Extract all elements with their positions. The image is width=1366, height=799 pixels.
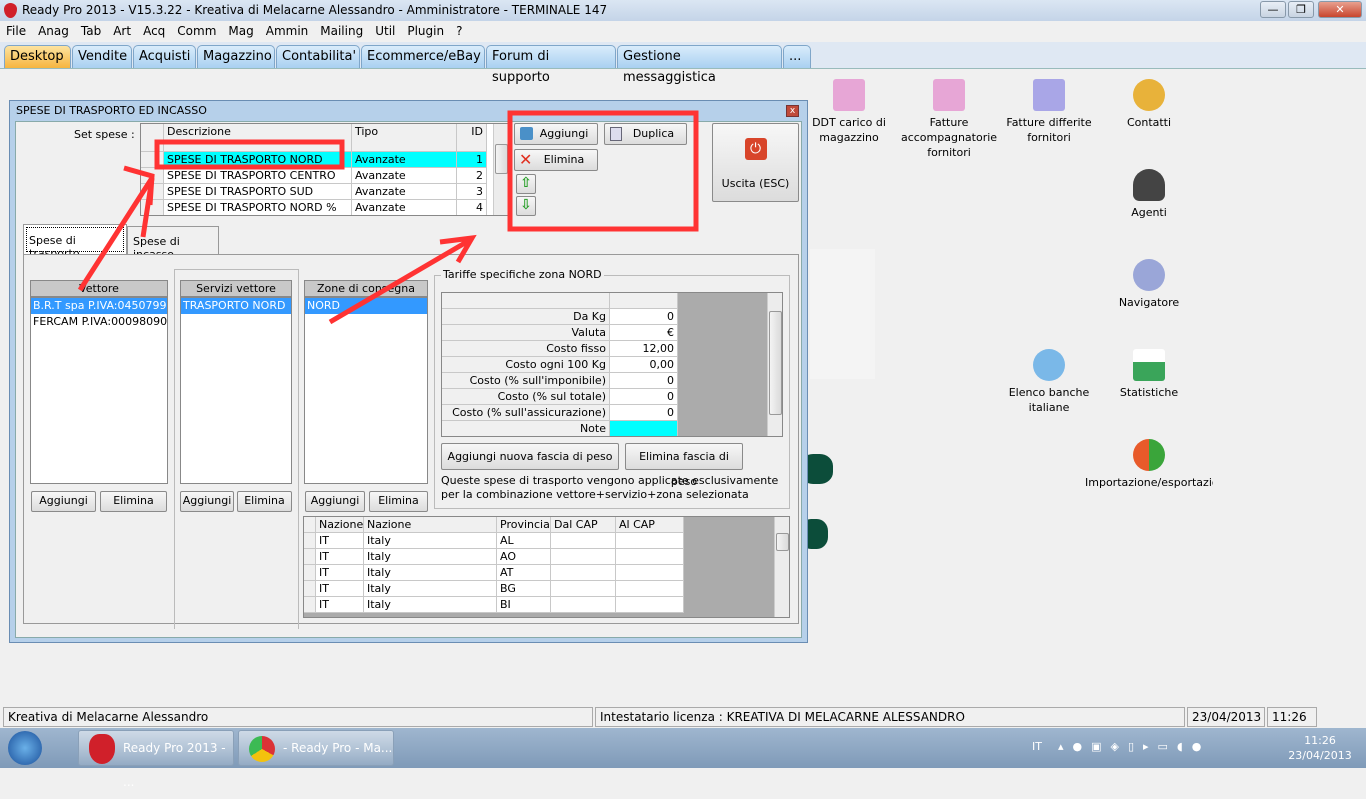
annotation-box-buttons (507, 110, 699, 232)
taskbar-readypro[interactable]: Ready Pro 2013 - ... (78, 730, 234, 789)
status-bar: Kreativa di Melacarne Alessandro Intesta… (0, 705, 1366, 728)
taskbar: Ready Pro 2013 - ... - Ready Pro - Ma...… (0, 728, 1366, 789)
tray-icons[interactable]: ▴●▣◈▯▸▭◖● (1058, 740, 1210, 753)
annotation-overlay (77, 110, 699, 325)
annotation-arrow-icon (77, 165, 155, 292)
annotation-box-set-row (154, 139, 345, 170)
chrome-icon (249, 736, 275, 762)
taskbar-clock[interactable]: 11:26 23/04/2013 (1280, 733, 1360, 763)
taskbar-chrome[interactable]: - Ready Pro - Ma... (238, 730, 394, 766)
status-date: 23/04/2013 (1187, 707, 1265, 727)
language-indicator[interactable]: IT (1032, 740, 1042, 753)
status-company: Kreativa di Melacarne Alessandro (3, 707, 593, 727)
annotation-arrow-icon (328, 234, 477, 325)
status-time: 11:26 (1267, 707, 1317, 727)
strawberry-icon (89, 734, 115, 764)
start-button[interactable] (8, 731, 42, 765)
status-license: Intestatario licenza : KREATIVA DI MELAC… (595, 707, 1185, 727)
